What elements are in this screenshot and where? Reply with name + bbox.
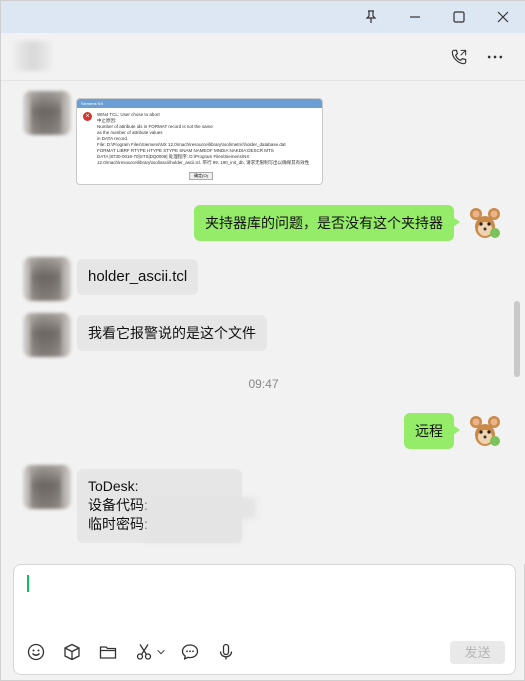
- incoming-message[interactable]: 我看它报警说的是这个文件: [77, 315, 267, 351]
- minimize-icon[interactable]: [393, 1, 437, 33]
- incoming-message[interactable]: holder_ascii.tcl: [77, 259, 199, 295]
- contact-name-redacted: [9, 41, 53, 71]
- close-icon[interactable]: [481, 1, 525, 33]
- redacted-device-code: [146, 497, 256, 519]
- contact-avatar[interactable]: [23, 465, 71, 509]
- image-ok-button: 确定(O): [189, 172, 213, 180]
- contact-avatar[interactable]: [23, 313, 71, 357]
- box-icon[interactable]: [61, 641, 83, 663]
- chat-window: Siemens NX × WIN4 TCL: User chose to abo…: [0, 0, 525, 681]
- outgoing-message[interactable]: 远程: [404, 413, 460, 449]
- folder-icon[interactable]: [97, 641, 119, 663]
- chat-bubble-icon[interactable]: [179, 641, 201, 663]
- image-text-9: 12.0\mach\resource\library\tool\ascii\ho…: [97, 160, 310, 165]
- pin-icon[interactable]: [349, 1, 393, 33]
- send-button[interactable]: 发送: [450, 641, 505, 664]
- timestamp: 09:47: [248, 377, 279, 391]
- my-avatar[interactable]: [467, 413, 503, 449]
- scrollbar[interactable]: [514, 301, 520, 377]
- my-avatar[interactable]: [467, 205, 503, 241]
- more-icon[interactable]: [483, 45, 507, 69]
- scissors-icon[interactable]: [133, 641, 155, 663]
- contact-avatar[interactable]: [23, 257, 71, 301]
- image-body: × WIN4 TCL: User chose to abort 中止原因: Nu…: [77, 108, 322, 166]
- outgoing-message[interactable]: 夹持器库的问题，是否没有这个夹持器: [194, 205, 460, 241]
- microphone-icon[interactable]: [215, 641, 237, 663]
- contact-avatar[interactable]: [23, 91, 71, 135]
- todesk-label: ToDesk:: [88, 478, 139, 494]
- voice-call-icon[interactable]: [447, 45, 471, 69]
- chevron-down-icon[interactable]: [154, 641, 168, 663]
- emoji-icon[interactable]: [25, 641, 47, 663]
- redacted-password: [146, 519, 241, 543]
- image-message[interactable]: Siemens NX × WIN4 TCL: User chose to abo…: [76, 98, 323, 185]
- title-bar: [1, 1, 525, 33]
- message-list[interactable]: Siemens NX × WIN4 TCL: User chose to abo…: [1, 81, 525, 564]
- error-icon: ×: [83, 112, 92, 121]
- maximize-icon[interactable]: [437, 1, 481, 33]
- image-title: Siemens NX: [77, 99, 322, 108]
- chat-header: [1, 33, 525, 81]
- message-input[interactable]: 发送: [13, 564, 516, 675]
- text-caret: [27, 575, 29, 592]
